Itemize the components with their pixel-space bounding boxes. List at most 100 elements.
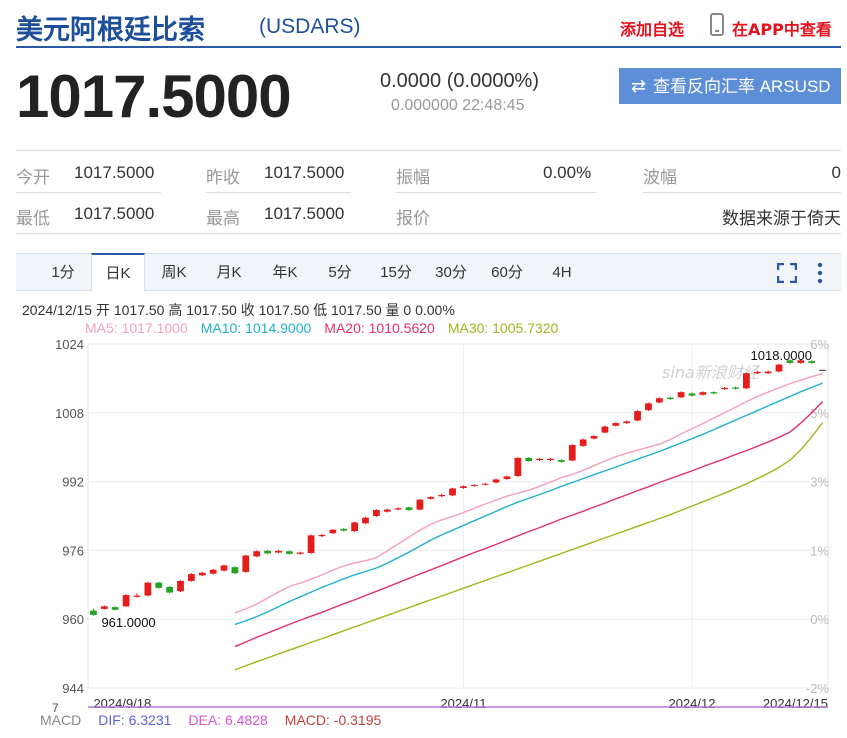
candle-body — [198, 572, 206, 576]
candle-body — [144, 582, 152, 596]
candle-body — [612, 423, 620, 426]
macd-dea: DEA: 6.4828 — [188, 712, 268, 728]
candle-body — [373, 509, 380, 516]
candle-body — [699, 392, 707, 395]
tab-0[interactable]: 1分 — [36, 254, 90, 291]
pct-tick-label: -2% — [806, 681, 830, 696]
candle-body — [275, 550, 282, 553]
macd-axis-label: 7 — [52, 701, 59, 712]
more-menu-icon[interactable] — [816, 262, 824, 284]
quote-label: 报价 — [396, 209, 430, 228]
candle-body — [753, 371, 761, 374]
stats-table: 今开 1017.5000 昨收 1017.5000 振幅 0.00% 波幅 0 … — [16, 150, 841, 234]
candle-body — [655, 398, 663, 403]
candle-body — [492, 479, 500, 483]
tab-3[interactable]: 月K — [202, 254, 256, 291]
ma30-legend: MA30: 1005.7320 — [447, 320, 559, 336]
candle-body — [188, 574, 195, 581]
candle-body — [819, 369, 826, 371]
x-tick-label: 2024/12 — [668, 696, 715, 711]
min-price-label: 961.0000 — [101, 615, 155, 630]
low-label: 最低 — [16, 209, 50, 228]
price-change: 0.0000 (0.0000%) — [380, 70, 540, 92]
candle-body — [449, 488, 456, 496]
candle-body — [340, 528, 348, 531]
candle-body — [579, 439, 587, 446]
data-source: 数据来源于倚天 — [722, 209, 841, 228]
candle-body — [383, 509, 391, 512]
quote-timestamp: 0.000000 22:48:45 — [391, 97, 525, 114]
ma-line-ma10 — [234, 382, 823, 626]
candle-body — [721, 387, 728, 390]
candle-body — [177, 580, 184, 592]
candle-body — [677, 392, 685, 398]
x-tick-label: 2024/9/18 — [93, 696, 151, 711]
y-tick-label: 976 — [62, 543, 84, 558]
candle-body — [296, 552, 304, 554]
tab-6[interactable]: 15分 — [369, 254, 423, 291]
candle-body — [285, 551, 293, 554]
candle-body — [166, 586, 173, 593]
candle-body — [514, 457, 522, 477]
tab-2[interactable]: 周K — [147, 254, 201, 291]
candle-body — [666, 397, 674, 400]
candle-body — [416, 499, 424, 510]
candle-body — [710, 392, 718, 394]
tab-1[interactable]: 日K — [91, 253, 145, 292]
candle-body — [100, 606, 108, 609]
plot-frame — [87, 343, 829, 689]
swap-arrows-icon: ⇄ — [631, 76, 647, 96]
tab-5[interactable]: 5分 — [313, 254, 367, 291]
instrument-code: (USDARS) — [259, 15, 361, 38]
max-price-label: 1018.0000 — [751, 348, 812, 363]
wave-label: 波幅 — [643, 168, 677, 187]
candle-body — [764, 371, 772, 374]
ma20-legend: MA20: 1010.5620 — [324, 320, 435, 336]
reverse-rate-label: 查看反向汇率 ARSUSD — [653, 77, 831, 96]
candle-body — [547, 458, 554, 461]
tab-4[interactable]: 年K — [258, 254, 312, 291]
kline-chart[interactable]: 1024 1008 992 976 960 944 6% 5% 3% 1% 0% -2% 2024/9/… — [0, 336, 847, 712]
phone-icon — [710, 13, 724, 36]
low-value: 1017.5000 — [74, 204, 155, 223]
y-tick-label: 1024 — [55, 337, 84, 352]
candle-body — [220, 565, 228, 571]
candle-body — [503, 476, 511, 480]
candle-body — [122, 595, 130, 607]
candle-body — [405, 507, 413, 510]
candle-body — [329, 529, 337, 534]
tab-8[interactable]: 60分 — [480, 254, 534, 291]
reverse-rate-button[interactable]: ⇄ 查看反向汇率 ARSUSD — [619, 68, 841, 104]
macd-value: MACD: -0.3195 — [284, 712, 382, 728]
candle-body — [634, 411, 641, 421]
candle-body — [231, 567, 239, 574]
add-watchlist-link[interactable]: 添加自选 — [620, 16, 684, 40]
tab-7[interactable]: 30分 — [424, 254, 478, 291]
tab-9[interactable]: 4H — [535, 254, 589, 291]
candle-body — [394, 508, 402, 510]
candle-body — [536, 458, 543, 461]
prev-close-label: 昨收 — [206, 168, 240, 187]
macd-dif: DIF: 6.3231 — [98, 712, 172, 728]
view-in-app-link[interactable]: 在APP中查看 — [732, 16, 832, 40]
y-tick-label: 944 — [62, 681, 84, 696]
amplitude-value: 0.00% — [543, 163, 592, 182]
fullscreen-icon[interactable] — [777, 263, 797, 283]
open-value: 1017.5000 — [74, 163, 155, 182]
ohlc-line: 2024/12/15 开 1017.50 高 1017.50 收 1017.50… — [22, 302, 455, 318]
prev-close-value: 1017.5000 — [264, 163, 345, 182]
ma-line-ma5 — [234, 373, 823, 614]
pct-tick-label: 0% — [810, 612, 829, 627]
high-value: 1017.5000 — [264, 204, 345, 223]
candle-body — [427, 497, 435, 499]
candle-body — [590, 436, 598, 439]
candle-body — [623, 421, 631, 424]
macd-label: MACD — [40, 712, 82, 728]
period-tabs: 1分 日K 周K 月K 年K 5分 15分 30分 60分 4H — [16, 253, 841, 292]
candle-body — [253, 551, 261, 557]
y-tick-label: 992 — [62, 475, 84, 490]
candle-body — [307, 535, 315, 553]
ma-legend: MA5: 1017.1000 MA10: 1014.9000 MA20: 1010.… — [85, 320, 571, 336]
candle-body — [133, 595, 141, 597]
wave-value: 0 — [831, 163, 841, 182]
